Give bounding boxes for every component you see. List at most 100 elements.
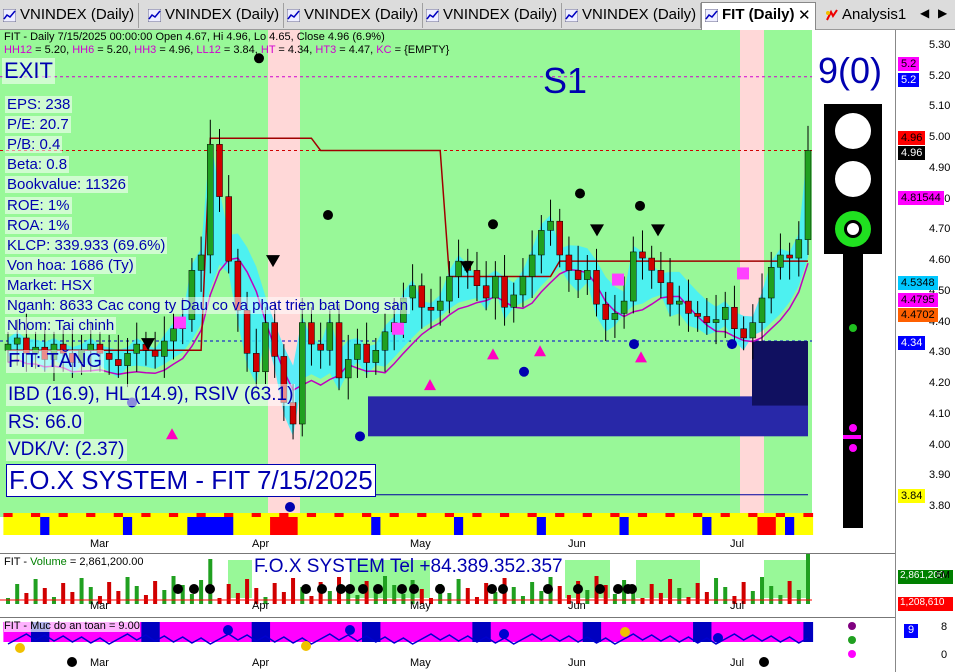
strip-cell [619,513,630,517]
candle-body [767,267,775,299]
strip-cell [86,517,96,535]
tab-label: VNINDEX (Daily) [165,6,280,23]
safety-cell [288,622,299,642]
volume-bar [153,581,158,604]
candle-body [197,254,205,271]
close-icon[interactable]: ✕ [798,6,811,24]
tab-label: FIT (Daily) [722,6,795,23]
tab-analysis[interactable]: Analysis1 [822,3,917,28]
tab-label: VNINDEX (Daily) [304,6,419,23]
tab-vnindex-1[interactable]: VNINDEX (Daily) [0,3,139,28]
chart-icon [564,8,579,23]
volume-dot [613,584,623,594]
trend-label: FIT: TĂNG [6,350,105,373]
strip-cell [40,513,50,517]
signal-label: 9(0) [816,50,885,92]
volume-series-name: Volume [30,556,67,568]
strip-cell [417,517,427,535]
safety-cell [610,622,620,642]
tab-vnindex-3[interactable]: VNINDEX (Daily) [284,3,423,28]
candle-body [528,254,536,277]
month-label: Jun [568,538,586,550]
strip-cell [86,513,96,517]
volume-bar [70,592,75,604]
strip-cell [729,513,740,517]
strip-cell [601,517,611,535]
tab-vnindex-2[interactable]: VNINDEX (Daily) [145,3,284,28]
signal-dot-blue [629,339,639,350]
analysis-icon [825,9,838,22]
month-label: May [410,657,431,669]
scroll-left-icon[interactable]: ◀ [920,6,929,20]
volume-bar [695,583,700,604]
scroll-right-icon[interactable]: ▶ [938,6,947,20]
tab-vnindex-4[interactable]: VNINDEX (Daily) [423,3,562,28]
safety-cell [775,622,786,642]
safety-cell [141,622,152,642]
strip-cell [58,517,69,535]
y-price-label: 4.96 [898,131,926,145]
candle-body [372,350,380,363]
candle-body [777,254,784,268]
candle-body [262,322,269,373]
light-yellow [835,161,871,197]
safety-cell [242,622,253,642]
strip-cell [67,517,78,535]
pole-dot-magenta [849,424,857,432]
candle-body [436,300,444,311]
strip-cell [674,517,685,535]
safety-dot [620,627,630,637]
candle-body [482,285,490,299]
candle-body [253,353,260,373]
strip-cell [260,517,271,535]
strip-cell [141,517,152,535]
strip-cell [647,517,657,535]
price-pane[interactable]: FIT - Daily 7/15/2025 00:00:00 Open 4.67… [0,30,895,552]
volume-pane[interactable]: FIT - Volume = 2,861,200.00 F.O.X SYSTEM… [0,553,895,617]
strip-cell [683,517,694,535]
candle-body [455,260,462,277]
candle-body [492,276,499,299]
candle-body [538,230,545,256]
strip-cell [490,517,501,535]
volume-zone [636,560,700,598]
price-axis[interactable]: 5.305.205.105.004.904.804.704.604.504.40… [895,30,955,672]
month-label: Jun [568,600,586,612]
safety-level-pane[interactable]: FIT - Muc do an toan = 9.00 Mar Apr May … [0,617,895,672]
strip-cell [168,517,179,535]
y-tick-label: 5.30 [929,39,951,51]
volume-bar [61,583,66,604]
safety-cell [693,622,703,642]
strip-cell [251,517,262,535]
volume-bar [484,583,489,604]
strip-cell [435,513,446,517]
volume-dot [373,584,383,594]
candle-body [795,239,803,259]
strip-cell [545,517,556,535]
strip-cell [21,517,32,535]
strip-cell [637,513,648,517]
candle-body [602,303,609,320]
safety-cell [389,622,400,642]
tab-vnindex-5[interactable]: VNINDEX (Daily) [562,3,701,28]
volume-bar [401,594,406,604]
fundamental-item: EPS: 238 [5,96,73,113]
chart-icon [704,8,719,23]
volume-bar [189,594,194,604]
strip-cell [693,517,703,535]
y-price-label: 4.34 [898,336,926,350]
strip-cell [159,517,170,535]
volume-bar [15,584,20,604]
volume-bar [806,554,810,604]
strip-cell [444,513,455,517]
strip-cell [371,513,381,517]
strip-cell [362,517,372,535]
candle-body [648,257,655,271]
safety-cell [591,622,602,642]
strip-cell [270,513,280,517]
strip-cell [58,513,69,517]
fox-tel-label: F.O.X SYSTEM Tel +84.389.352.357 [254,556,563,577]
strip-cell [76,517,87,535]
strip-cell [463,513,473,517]
safety-dot [67,657,77,667]
